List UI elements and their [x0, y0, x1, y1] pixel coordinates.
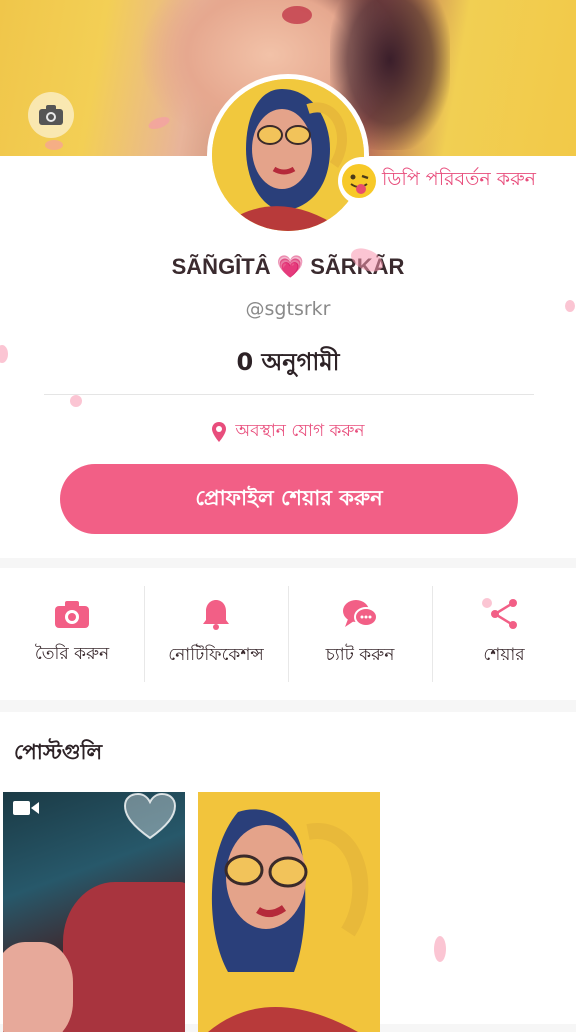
- petal-decoration: [482, 598, 492, 608]
- action-bar: তৈরি করুন নোটিফিকেশন্স চ্যাট করুন শেয়ার: [0, 568, 576, 700]
- petal-decoration: [565, 300, 575, 312]
- posts-title: পোস্টগুলি: [14, 740, 103, 764]
- share-button[interactable]: শেয়ার: [432, 568, 576, 700]
- divider: [44, 394, 534, 395]
- change-dp-label: ডিপি পরিবর্তন করুন: [382, 168, 536, 190]
- chat-button[interactable]: চ্যাট করুন: [288, 568, 432, 700]
- share-label: শেয়ার: [483, 645, 525, 665]
- share-icon: [491, 599, 517, 629]
- camera-icon: [55, 601, 89, 628]
- create-button[interactable]: তৈরি করুন: [0, 568, 144, 700]
- profile-avatar[interactable]: [207, 74, 369, 236]
- petal-decoration: [45, 140, 63, 150]
- profile-handle: @sgtsrkr: [245, 298, 331, 320]
- followers-count[interactable]: 0 অনুগামী: [0, 344, 576, 384]
- chat-label: চ্যাট করুন: [325, 645, 395, 665]
- pillow-shape: [63, 882, 185, 1032]
- location-pin-icon: [212, 422, 227, 442]
- tongue-emoji-icon: [342, 164, 376, 198]
- avatar-image: [212, 79, 364, 231]
- add-location-label: অবস্থান যোগ করুন: [235, 421, 365, 441]
- heart-bubble-icon: [123, 792, 177, 840]
- petal-decoration: [434, 936, 446, 962]
- camera-icon: [39, 105, 63, 125]
- notifications-label: নোটিফিকেশন্স: [168, 645, 264, 665]
- bell-icon: [203, 600, 229, 630]
- change-cover-button[interactable]: [28, 92, 74, 138]
- post-image: [198, 792, 380, 1032]
- add-location-link[interactable]: অবস্থান যোগ করুন: [0, 418, 576, 446]
- posts-section: পোস্টগুলি: [0, 712, 576, 1032]
- post-thumbnail[interactable]: [3, 792, 185, 1032]
- video-camera-icon: [13, 801, 39, 815]
- chat-icon: [343, 600, 378, 627]
- notifications-button[interactable]: নোটিফিকেশন্স: [144, 568, 288, 700]
- change-dp-button[interactable]: ডিপি পরিবর্তন করুন: [338, 157, 544, 205]
- cover-lips: [282, 6, 312, 24]
- profile-name: SÃÑGÎTÂ 💗 SÃRKÃR: [171, 254, 405, 279]
- create-label: তৈরি করুন: [34, 644, 110, 664]
- face-shape: [3, 942, 73, 1032]
- share-profile-button[interactable]: প্রোফাইল শেয়ার করুন: [60, 464, 518, 534]
- petal-decoration: [70, 395, 82, 407]
- post-thumbnail[interactable]: [198, 792, 380, 1032]
